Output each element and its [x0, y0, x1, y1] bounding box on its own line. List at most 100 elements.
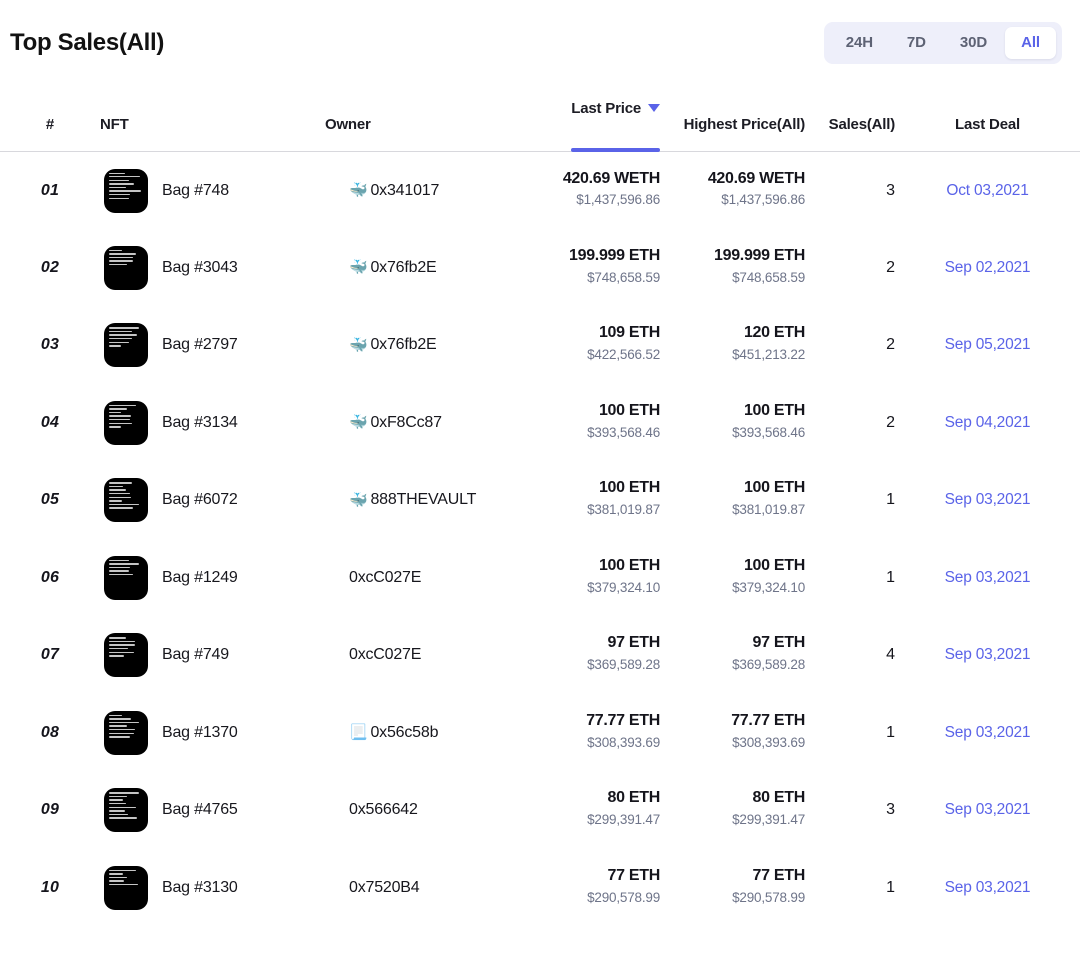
last-deal-cell[interactable]: Sep 05,2021 [895, 307, 1080, 385]
table-row[interactable]: 09 Bag #4765 0x566642 80 ETH $299,391.47 80 E… [0, 772, 1080, 850]
highest-price-crypto: 100 ETH [743, 556, 805, 574]
nft-cell[interactable]: Bag #1249 [100, 539, 325, 617]
range-filter-7d[interactable]: 7D [891, 27, 942, 60]
last-deal-cell[interactable]: Sep 03,2021 [895, 462, 1080, 540]
sales-count-cell: 1 [886, 491, 895, 509]
last-deal-cell[interactable]: Sep 03,2021 [895, 539, 1080, 617]
nft-cell-inner[interactable]: Bag #3043 [100, 245, 325, 290]
range-filter-24h[interactable]: 24H [830, 27, 889, 60]
last-deal-cell[interactable]: Sep 03,2021 [895, 617, 1080, 695]
last-deal-link[interactable]: Sep 04,2021 [945, 414, 1031, 431]
table-row[interactable]: 06 Bag #1249 0xcC027E 100 ETH $379,324.10 100… [0, 539, 1080, 617]
nft-cell[interactable]: Bag #4765 [100, 772, 325, 850]
owner-cell-inner[interactable]: 0x7520B4 [325, 879, 540, 897]
nft-cell-inner[interactable]: Bag #3130 [100, 865, 325, 910]
owner-cell-inner[interactable]: 🐳 0x76fb2E [325, 336, 540, 354]
nft-thumbnail[interactable] [104, 788, 148, 833]
last-price-crypto: 100 ETH [598, 556, 660, 574]
nft-cell-inner[interactable]: Bag #2797 [100, 323, 325, 368]
owner-cell-inner[interactable]: 0x566642 [325, 801, 540, 819]
nft-cell-inner[interactable]: Bag #3134 [100, 400, 325, 445]
table-row[interactable]: 08 Bag #1370 📃 0x56c58b 77.77 ETH $308,393.69… [0, 694, 1080, 772]
last-deal-link[interactable]: Sep 03,2021 [945, 569, 1031, 586]
owner-cell-inner[interactable]: 📃 0x56c58b [325, 724, 540, 742]
last-deal-link[interactable]: Sep 03,2021 [945, 646, 1031, 663]
last-deal-cell[interactable]: Sep 03,2021 [895, 849, 1080, 927]
nft-cell[interactable]: Bag #6072 [100, 462, 325, 540]
nft-cell[interactable]: Bag #1370 [100, 694, 325, 772]
nft-thumbnail[interactable] [104, 168, 148, 213]
last-deal-cell[interactable]: Oct 03,2021 [895, 152, 1080, 230]
nft-cell-inner[interactable]: Bag #748 [100, 168, 325, 213]
last-deal-link[interactable]: Sep 03,2021 [945, 801, 1031, 818]
owner-cell[interactable]: 0xcC027E [325, 539, 540, 617]
last-deal-link[interactable]: Oct 03,2021 [946, 182, 1028, 199]
table-row[interactable]: 10 Bag #3130 0x7520B4 77 ETH $290,578.99 77 E… [0, 849, 1080, 927]
nft-thumbnail[interactable] [104, 245, 148, 290]
last-price-usd: $379,324.10 [587, 579, 660, 595]
nft-thumbnail[interactable] [104, 478, 148, 523]
range-filter-group[interactable]: 24H 7D 30D All [823, 21, 1062, 65]
owner-cell-inner[interactable]: 🐳 0x341017 [325, 182, 540, 200]
owner-cell[interactable]: 🐳 888THEVAULT [325, 462, 540, 540]
owner-cell-inner[interactable]: 0xcC027E [325, 646, 540, 664]
nft-thumbnail[interactable] [104, 555, 148, 600]
highest-price-usd: $381,019.87 [732, 502, 805, 518]
table-header-row: # NFT Owner Last Price Highest Price(All… [0, 86, 1080, 152]
nft-thumbnail[interactable] [104, 400, 148, 445]
owner-cell[interactable]: 🐳 0xF8Cc87 [325, 384, 540, 462]
nft-cell-inner[interactable]: Bag #1249 [100, 555, 325, 600]
nft-cell[interactable]: Bag #2797 [100, 307, 325, 385]
last-price-usd: $290,578.99 [587, 889, 660, 905]
owner-cell-inner[interactable]: 🐳 0xF8Cc87 [325, 414, 540, 432]
highest-price-cell: 97 ETH $369,589.28 [660, 617, 805, 695]
range-filter-30d[interactable]: 30D [944, 27, 1003, 60]
last-deal-link[interactable]: Sep 05,2021 [945, 336, 1031, 353]
owner-cell[interactable]: 0x566642 [325, 772, 540, 850]
owner-cell[interactable]: 0x7520B4 [325, 849, 540, 927]
nft-cell[interactable]: Bag #749 [100, 617, 325, 695]
table-row[interactable]: 05 Bag #6072 🐳 888THEVAULT 100 ETH $381,019.8… [0, 462, 1080, 540]
nft-thumbnail[interactable] [104, 633, 148, 678]
last-deal-cell[interactable]: Sep 03,2021 [895, 772, 1080, 850]
nft-cell-inner[interactable]: Bag #1370 [100, 710, 325, 755]
nft-thumbnail[interactable] [104, 865, 148, 910]
owner-cell-inner[interactable]: 0xcC027E [325, 569, 540, 587]
last-deal-cell[interactable]: Sep 04,2021 [895, 384, 1080, 462]
nft-cell-inner[interactable]: Bag #749 [100, 633, 325, 678]
nft-cell[interactable]: Bag #748 [100, 152, 325, 230]
owner-cell[interactable]: 0xcC027E [325, 617, 540, 695]
last-deal-link[interactable]: Sep 03,2021 [945, 879, 1031, 896]
nft-cell[interactable]: Bag #3134 [100, 384, 325, 462]
table-row[interactable]: 03 Bag #2797 🐳 0x76fb2E 109 ETH $422,566.52 12… [0, 307, 1080, 385]
last-price-usd: $393,568.46 [587, 424, 660, 440]
table-row[interactable]: 01 Bag #748 🐳 0x341017 420.69 WETH $1,437,596… [0, 152, 1080, 230]
sort-last-price[interactable]: Last Price [571, 100, 660, 152]
owner-cell[interactable]: 🐳 0x76fb2E [325, 307, 540, 385]
last-deal-cell[interactable]: Sep 02,2021 [895, 229, 1080, 307]
last-deal-link[interactable]: Sep 03,2021 [945, 724, 1031, 741]
nft-cell[interactable]: Bag #3130 [100, 849, 325, 927]
highest-price-crypto: 199.999 ETH [714, 246, 805, 264]
nft-cell-inner[interactable]: Bag #6072 [100, 478, 325, 523]
table-row[interactable]: 04 Bag #3134 🐳 0xF8Cc87 100 ETH $393,568.46 10… [0, 384, 1080, 462]
owner-cell[interactable]: 🐳 0x76fb2E [325, 229, 540, 307]
last-deal-link[interactable]: Sep 02,2021 [945, 259, 1031, 276]
nft-thumbnail[interactable] [104, 710, 148, 755]
table-row[interactable]: 07 Bag #749 0xcC027E 97 ETH $369,589.28 97 ET… [0, 617, 1080, 695]
nft-cell-inner[interactable]: Bag #4765 [100, 788, 325, 833]
table-row[interactable]: 02 Bag #3043 🐳 0x76fb2E 199.999 ETH $748,658.… [0, 229, 1080, 307]
nft-thumbnail[interactable] [104, 323, 148, 368]
caret-down-icon[interactable] [648, 104, 660, 112]
owner-cell-inner[interactable]: 🐳 0x76fb2E [325, 259, 540, 277]
last-price-cell: 100 ETH $381,019.87 [540, 462, 660, 540]
last-deal-link[interactable]: Sep 03,2021 [945, 491, 1031, 508]
owner-cell[interactable]: 🐳 0x341017 [325, 152, 540, 230]
owner-cell-inner[interactable]: 🐳 888THEVAULT [325, 491, 540, 509]
last-deal-cell[interactable]: Sep 03,2021 [895, 694, 1080, 772]
range-filter-all[interactable]: All [1005, 26, 1056, 60]
rank-cell: 05 [40, 491, 60, 509]
nft-cell[interactable]: Bag #3043 [100, 229, 325, 307]
owner-cell[interactable]: 📃 0x56c58b [325, 694, 540, 772]
column-header-last-price[interactable]: Last Price [540, 86, 660, 152]
